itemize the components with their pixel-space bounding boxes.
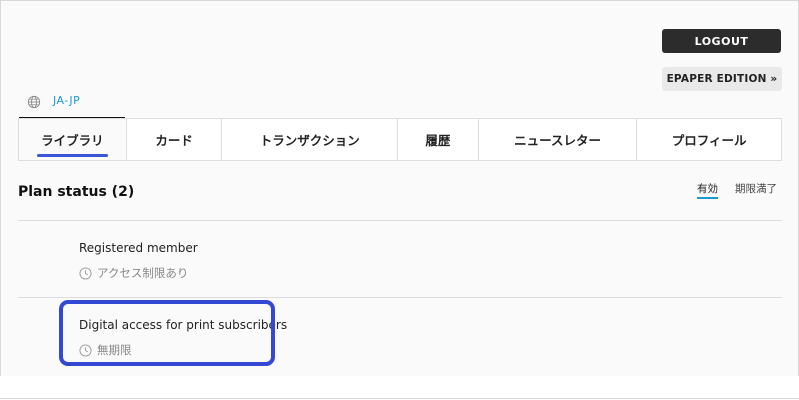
tab-label: 履歴	[425, 133, 451, 148]
plan-status-row: アクセス制限あり	[79, 265, 188, 281]
language-code: JA-JP	[53, 94, 81, 107]
tab-label: トランザクション	[259, 133, 360, 148]
bottom-strip	[0, 376, 799, 400]
bottom-border	[0, 398, 799, 399]
tab-profile[interactable]: プロフィール	[637, 119, 781, 160]
account-tabs: ライブラリ カード トランザクション 履歴 ニュースレター プロフィール	[18, 118, 782, 161]
logout-button[interactable]: LOGOUT	[662, 29, 781, 53]
tab-cards[interactable]: カード	[127, 119, 223, 160]
plan-status-title: Plan status (2)	[18, 184, 135, 200]
tab-label: ニュースレター	[514, 133, 602, 148]
account-page: LOGOUT EPAPER EDITION » JA-JP ライブラリ カード …	[0, 0, 799, 377]
epaper-edition-button[interactable]: EPAPER EDITION »	[662, 67, 782, 91]
tab-library[interactable]: ライブラリ	[19, 119, 127, 160]
tab-transactions[interactable]: トランザクション	[222, 119, 398, 160]
divider	[18, 220, 782, 221]
plan-name: Registered member	[79, 241, 198, 255]
filter-active-underline	[697, 197, 718, 199]
tab-label: カード	[155, 133, 193, 148]
filter-active[interactable]: 有効	[697, 181, 718, 196]
globe-icon	[27, 95, 41, 109]
tab-history[interactable]: 履歴	[398, 119, 479, 160]
clock-icon	[79, 266, 92, 280]
divider	[18, 297, 782, 298]
plan-status-text: アクセス制限あり	[97, 266, 189, 280]
filter-expired[interactable]: 期限満了	[735, 181, 777, 196]
tab-label: プロフィール	[671, 133, 747, 148]
tab-newsletter[interactable]: ニュースレター	[479, 119, 638, 160]
tab-label: ライブラリ	[41, 133, 104, 148]
highlight-box	[59, 300, 275, 366]
language-selector[interactable]: JA-JP	[19, 89, 125, 120]
